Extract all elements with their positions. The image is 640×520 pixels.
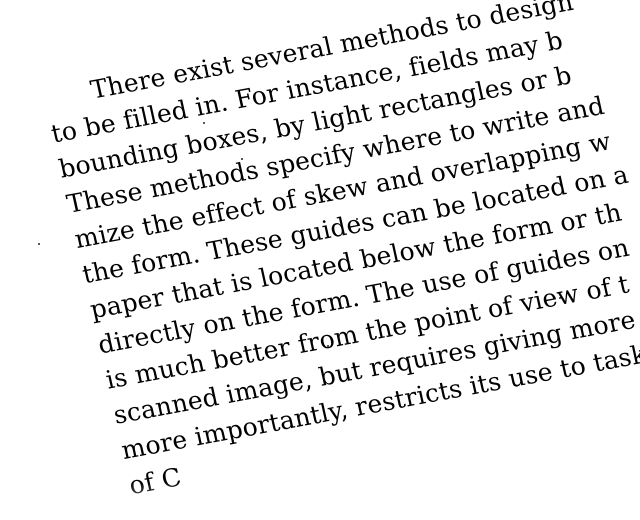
- scan-speck: [327, 345, 329, 347]
- scan-speck: [241, 158, 243, 160]
- scan-speck: [559, 297, 561, 299]
- scanned-page: There exist several methods to design to…: [0, 0, 640, 520]
- paragraph: There exist several methods to design to…: [40, 0, 640, 504]
- scan-speck: [38, 243, 40, 245]
- scan-speck: [203, 122, 205, 124]
- scan-speck: [356, 218, 358, 220]
- scan-bottom-fade: [0, 482, 640, 520]
